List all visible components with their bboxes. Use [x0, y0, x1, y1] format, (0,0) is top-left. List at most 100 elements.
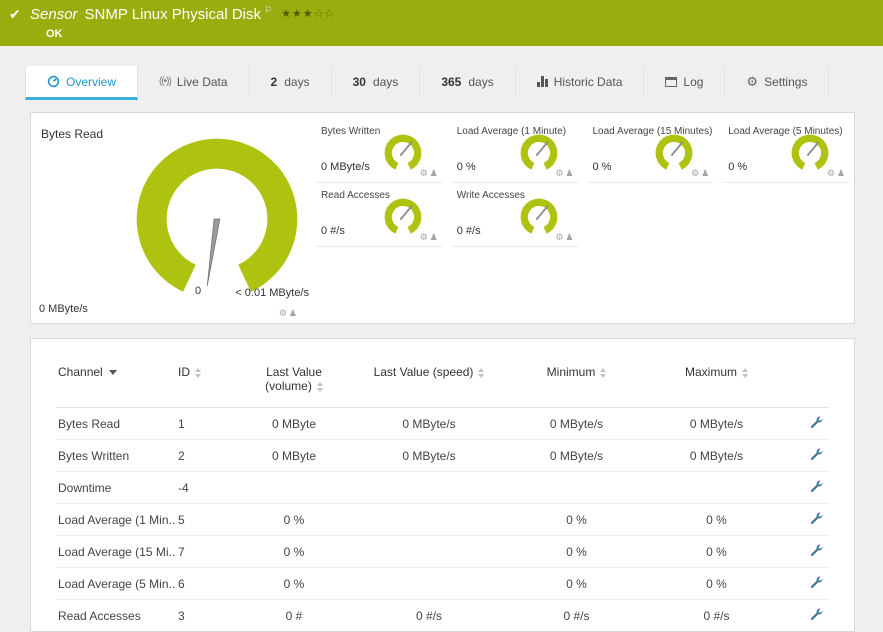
pin-icon[interactable]: ♟	[289, 308, 299, 318]
pin-icon[interactable]: ♟	[837, 168, 847, 178]
channel-id: -4	[176, 471, 234, 504]
col-header-label: Maximum	[684, 365, 737, 379]
gear-icon[interactable]: ⚙	[279, 308, 289, 318]
col-header-minimum[interactable]: Minimum	[504, 359, 649, 408]
gauge-load-average-5-minutes: Load Average (5 Minutes) 0 % ⚙♟	[723, 119, 849, 183]
gauge-bytes-read: Bytes Read 0 MByte/s 0 < 0.01 MByte/s ⚙♟	[31, 113, 311, 323]
pin-icon[interactable]: ♟	[565, 168, 575, 178]
edit-channel-wrench-icon[interactable]	[810, 416, 823, 429]
gauge-write-accesses: Write Accesses 0 #/s ⚙♟	[451, 183, 578, 247]
channels-table: Channel ID Last Value (volume) Last Valu…	[56, 359, 829, 631]
sort-desc-icon	[108, 370, 117, 376]
tab-label: Overview	[66, 74, 117, 89]
tab-365-days[interactable]: 365 days	[420, 66, 516, 100]
gear-icon[interactable]: ⚙	[420, 232, 430, 242]
tab-label: days	[284, 74, 310, 89]
gauge-label: Bytes Read	[41, 127, 104, 141]
channel-name: Load Average (15 Mi...	[56, 535, 176, 568]
gear-icon[interactable]: ⚙	[555, 232, 565, 242]
maximum-value: 0 #/s	[649, 599, 784, 631]
sort-icon	[316, 381, 323, 392]
tab-number: 365	[441, 74, 462, 89]
pin-icon[interactable]: ♟	[565, 232, 575, 242]
gauge-value: 0 #/s	[456, 225, 481, 237]
table-row[interactable]: Load Average (5 Min... 6 0 % 0 % 0 %	[56, 567, 829, 600]
edit-channel-wrench-icon[interactable]	[810, 448, 823, 461]
col-header-last-value-speed[interactable]: Last Value (speed)	[354, 359, 504, 408]
tab-log[interactable]: Log	[644, 66, 726, 100]
channel-id: 6	[176, 567, 234, 600]
last-value-speed	[354, 503, 504, 536]
gauge-bytes-written: Bytes Written 0 MByte/s ⚙♟	[316, 119, 442, 183]
channel-name: Load Average (5 Min...	[56, 567, 176, 600]
maximum-value: 0 %	[649, 567, 784, 600]
table-row[interactable]: Read Accesses 3 0 # 0 #/s 0 #/s 0 #/s	[56, 599, 829, 631]
last-value-volume: 0 MByte	[234, 407, 354, 440]
table-row[interactable]: Load Average (1 Min... 5 0 % 0 % 0 %	[56, 503, 829, 536]
maximum-value: 0 %	[649, 535, 784, 568]
gear-icon[interactable]: ⚙	[691, 168, 701, 178]
channel-name: Bytes Written	[56, 439, 176, 472]
bar-chart-icon	[536, 76, 548, 87]
table-row[interactable]: Bytes Read 1 0 MByte 0 MByte/s 0 MByte/s…	[56, 407, 829, 440]
gauge-read-accesses: Read Accesses 0 #/s ⚙♟	[316, 183, 442, 247]
channel-id: 3	[176, 599, 234, 631]
tab-live-data[interactable]: ((•)) Live Data	[138, 66, 250, 100]
minimum-value	[504, 471, 649, 504]
pin-icon[interactable]: ♟	[430, 232, 440, 242]
col-header-last-value-volume[interactable]: Last Value (volume)	[234, 359, 354, 408]
live-data-icon: ((•))	[159, 76, 172, 87]
tab-label: Settings	[764, 74, 808, 89]
tab-label: days	[468, 74, 494, 89]
edit-channel-wrench-icon[interactable]	[810, 608, 823, 621]
edit-channel-wrench-icon[interactable]	[810, 512, 823, 525]
gauge-load-average-15-minutes: Load Average (15 Minutes) 0 % ⚙♟	[587, 119, 714, 183]
star-filled-icon: ★★★	[281, 8, 314, 20]
small-gauge	[655, 134, 693, 170]
last-value-speed	[354, 567, 504, 600]
pin-icon[interactable]: ♟	[701, 168, 711, 178]
col-header-label: ID	[178, 365, 190, 379]
table-row[interactable]: Bytes Written 2 0 MByte 0 MByte/s 0 MByt…	[56, 439, 829, 472]
pin-icon[interactable]: ♟	[430, 168, 440, 178]
col-header-maximum[interactable]: Maximum	[649, 359, 784, 408]
tab-label: Log	[683, 74, 704, 89]
tab-overview[interactable]: Overview	[25, 66, 139, 100]
edit-channel-wrench-icon[interactable]	[810, 544, 823, 557]
maximum-value	[649, 471, 784, 504]
gear-icon[interactable]: ⚙	[827, 168, 837, 178]
edit-channel-wrench-icon[interactable]	[810, 576, 823, 589]
small-gauge	[384, 134, 422, 170]
gauges-panel: Bytes Read 0 MByte/s 0 < 0.01 MByte/s ⚙♟…	[30, 112, 855, 324]
tab-number: 30	[352, 74, 366, 89]
maximum-value: 0 MByte/s	[649, 407, 784, 440]
edit-channel-wrench-icon[interactable]	[810, 480, 823, 493]
gear-icon[interactable]: ⚙	[420, 168, 430, 178]
gauge-scale-min: 0	[195, 285, 202, 297]
channel-id: 5	[176, 503, 234, 536]
gear-icon[interactable]: ⚙	[555, 168, 565, 178]
col-header-channel[interactable]: Channel	[56, 359, 176, 408]
tab-label: days	[372, 74, 399, 89]
col-header-id[interactable]: ID	[176, 359, 234, 408]
col-header-label: Channel	[58, 365, 103, 379]
last-value-volume: 0 %	[234, 535, 354, 568]
gauge-load-average-1-minute: Load Average (1 Minute) 0 % ⚙♟	[451, 119, 578, 183]
small-gauge	[791, 134, 829, 170]
col-header-actions	[784, 359, 829, 408]
flag-icon[interactable]: ⚐	[264, 5, 272, 15]
table-row[interactable]: Load Average (15 Mi... 7 0 % 0 % 0 %	[56, 535, 829, 568]
last-value-speed: 0 MByte/s	[354, 407, 504, 440]
gauge-actions: ⚙♟	[555, 168, 575, 179]
tab-historic-data[interactable]: Historic Data	[516, 66, 645, 100]
empty-cell	[588, 183, 714, 247]
tab-settings[interactable]: ⚙ Settings	[725, 66, 830, 100]
tab-2-days[interactable]: 2 days	[250, 66, 332, 100]
bytes-read-gauge	[136, 138, 298, 292]
table-row[interactable]: Downtime -4	[56, 471, 829, 504]
channel-id: 1	[176, 407, 234, 440]
tab-30-days[interactable]: 30 days	[332, 66, 421, 100]
small-gauge	[520, 198, 557, 234]
last-value-speed	[354, 471, 504, 504]
priority-stars[interactable]: ★★★☆☆	[281, 8, 335, 20]
